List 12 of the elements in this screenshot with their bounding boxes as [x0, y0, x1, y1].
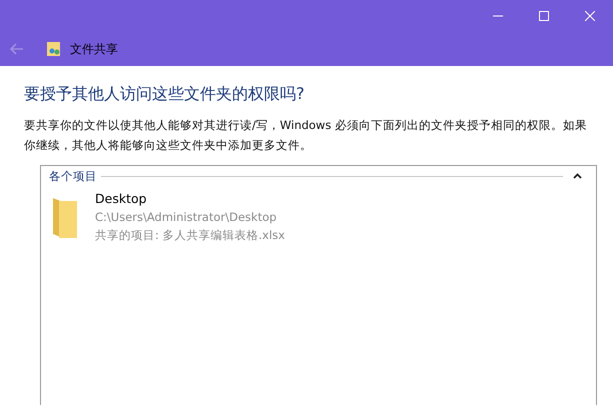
dialog-heading: 要授予其他人访问这些文件夹的权限吗? [24, 84, 306, 104]
window-title: 文件共享 [70, 41, 118, 58]
group-header: 各个项目 [49, 168, 97, 185]
close-icon [585, 11, 595, 21]
description-text: 要共享你的文件以使其他人能够对其进行读/写，Windows 必须向下面列出的文件夹授予相同的权限。如果你继续，其他人将能够向这些文件夹中添加更多文件。 [24, 117, 588, 154]
maximize-icon [539, 11, 549, 21]
shared-item-text: 共享的项目: 多人共享编辑表格.xlsx [95, 227, 285, 244]
back-arrow-icon [10, 43, 24, 55]
folder-name: Desktop [95, 190, 148, 208]
sharing-icon [46, 41, 62, 57]
folder-icon [51, 196, 79, 240]
folder-path: C:\Users\Administrator\Desktop [95, 209, 278, 226]
